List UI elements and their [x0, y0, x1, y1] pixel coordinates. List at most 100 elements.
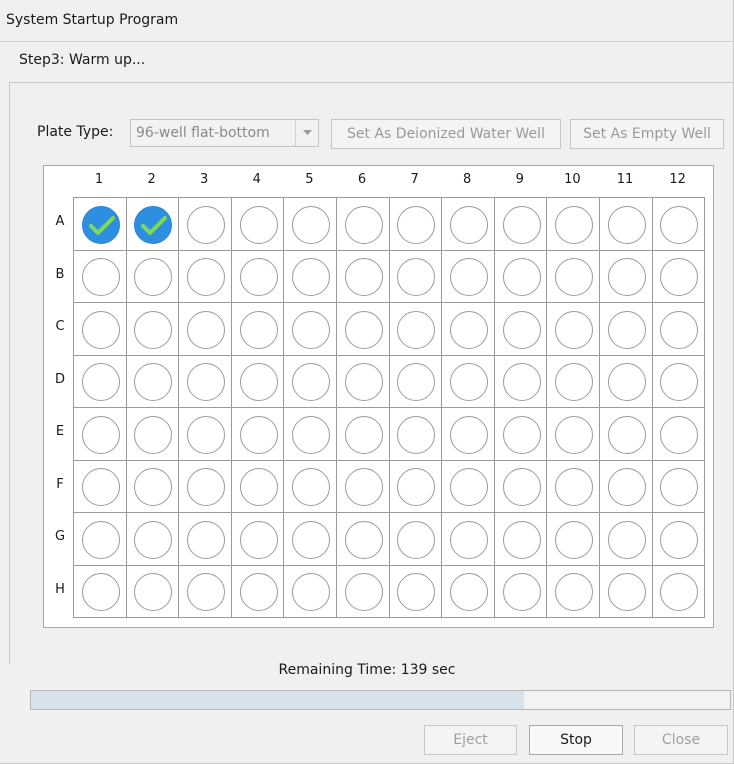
well-E8[interactable] — [441, 407, 495, 461]
well-E6[interactable] — [336, 407, 390, 461]
well-H1[interactable] — [73, 564, 127, 618]
set-empty-well-button[interactable]: Set As Empty Well — [570, 119, 724, 149]
well-D1[interactable] — [73, 354, 127, 408]
well-D8[interactable] — [441, 354, 495, 408]
well-H10[interactable] — [546, 564, 600, 618]
well-B8[interactable] — [441, 249, 495, 303]
well-B5[interactable] — [283, 249, 337, 303]
well-G3[interactable] — [178, 512, 232, 566]
well-F6[interactable] — [336, 459, 390, 513]
well-H12[interactable] — [651, 564, 706, 618]
well-D4[interactable] — [230, 354, 285, 408]
well-B2[interactable] — [125, 249, 180, 303]
well-E1[interactable] — [73, 407, 127, 461]
well-D12[interactable] — [651, 354, 706, 408]
well-E7[interactable] — [388, 407, 443, 461]
close-button[interactable]: Close — [634, 725, 728, 755]
well-A2[interactable] — [125, 197, 180, 251]
well-F8[interactable] — [441, 459, 495, 513]
well-B1[interactable] — [73, 249, 127, 303]
well-A8[interactable] — [441, 197, 495, 251]
well-A5[interactable] — [283, 197, 337, 251]
well-A10[interactable] — [546, 197, 600, 251]
well-D6[interactable] — [336, 354, 390, 408]
well-B11[interactable] — [599, 249, 653, 303]
well-G9[interactable] — [493, 512, 548, 566]
well-B6[interactable] — [336, 249, 390, 303]
well-B12[interactable] — [651, 249, 706, 303]
well-D11[interactable] — [599, 354, 653, 408]
well-G2[interactable] — [125, 512, 180, 566]
well-A12[interactable] — [651, 197, 706, 251]
well-B4[interactable] — [230, 249, 285, 303]
well-G10[interactable] — [546, 512, 600, 566]
well-H8[interactable] — [441, 564, 495, 618]
well-E4[interactable] — [230, 407, 285, 461]
well-C12[interactable] — [651, 302, 706, 356]
well-C11[interactable] — [599, 302, 653, 356]
well-E5[interactable] — [283, 407, 337, 461]
well-A11[interactable] — [599, 197, 653, 251]
well-D10[interactable] — [546, 354, 600, 408]
well-D3[interactable] — [178, 354, 232, 408]
well-F9[interactable] — [493, 459, 548, 513]
well-H9[interactable] — [493, 564, 548, 618]
well-B3[interactable] — [178, 249, 232, 303]
eject-button[interactable]: Eject — [424, 725, 517, 755]
well-A6[interactable] — [336, 197, 390, 251]
well-G1[interactable] — [73, 512, 127, 566]
well-F4[interactable] — [230, 459, 285, 513]
well-G5[interactable] — [283, 512, 337, 566]
well-E11[interactable] — [599, 407, 653, 461]
well-C1[interactable] — [73, 302, 127, 356]
well-B9[interactable] — [493, 249, 548, 303]
well-C2[interactable] — [125, 302, 180, 356]
well-G8[interactable] — [441, 512, 495, 566]
well-F7[interactable] — [388, 459, 443, 513]
well-F3[interactable] — [178, 459, 232, 513]
well-E9[interactable] — [493, 407, 548, 461]
stop-button[interactable]: Stop — [529, 725, 623, 755]
well-H7[interactable] — [388, 564, 443, 618]
well-C8[interactable] — [441, 302, 495, 356]
well-E10[interactable] — [546, 407, 600, 461]
well-H3[interactable] — [178, 564, 232, 618]
well-C6[interactable] — [336, 302, 390, 356]
plate-type-select[interactable]: 96-well flat-bottom — [130, 119, 319, 147]
well-E3[interactable] — [178, 407, 232, 461]
well-D2[interactable] — [125, 354, 180, 408]
well-D5[interactable] — [283, 354, 337, 408]
well-F5[interactable] — [283, 459, 337, 513]
well-C4[interactable] — [230, 302, 285, 356]
well-G11[interactable] — [599, 512, 653, 566]
well-F10[interactable] — [546, 459, 600, 513]
well-A9[interactable] — [493, 197, 548, 251]
well-A7[interactable] — [388, 197, 443, 251]
well-G4[interactable] — [230, 512, 285, 566]
well-F2[interactable] — [125, 459, 180, 513]
well-E12[interactable] — [651, 407, 706, 461]
well-A1[interactable] — [73, 197, 127, 251]
well-G12[interactable] — [651, 512, 706, 566]
well-A3[interactable] — [178, 197, 232, 251]
well-F1[interactable] — [73, 459, 127, 513]
well-B10[interactable] — [546, 249, 600, 303]
well-C7[interactable] — [388, 302, 443, 356]
well-C5[interactable] — [283, 302, 337, 356]
well-C3[interactable] — [178, 302, 232, 356]
well-C9[interactable] — [493, 302, 548, 356]
well-A4[interactable] — [230, 197, 285, 251]
well-D7[interactable] — [388, 354, 443, 408]
well-F11[interactable] — [599, 459, 653, 513]
well-H5[interactable] — [283, 564, 337, 618]
well-E2[interactable] — [125, 407, 180, 461]
well-G6[interactable] — [336, 512, 390, 566]
set-deionized-water-well-button[interactable]: Set As Deionized Water Well — [331, 119, 561, 149]
well-H2[interactable] — [125, 564, 180, 618]
chevron-down-icon[interactable] — [295, 120, 318, 146]
well-H11[interactable] — [599, 564, 653, 618]
well-H6[interactable] — [336, 564, 390, 618]
well-F12[interactable] — [651, 459, 706, 513]
well-D9[interactable] — [493, 354, 548, 408]
well-G7[interactable] — [388, 512, 443, 566]
